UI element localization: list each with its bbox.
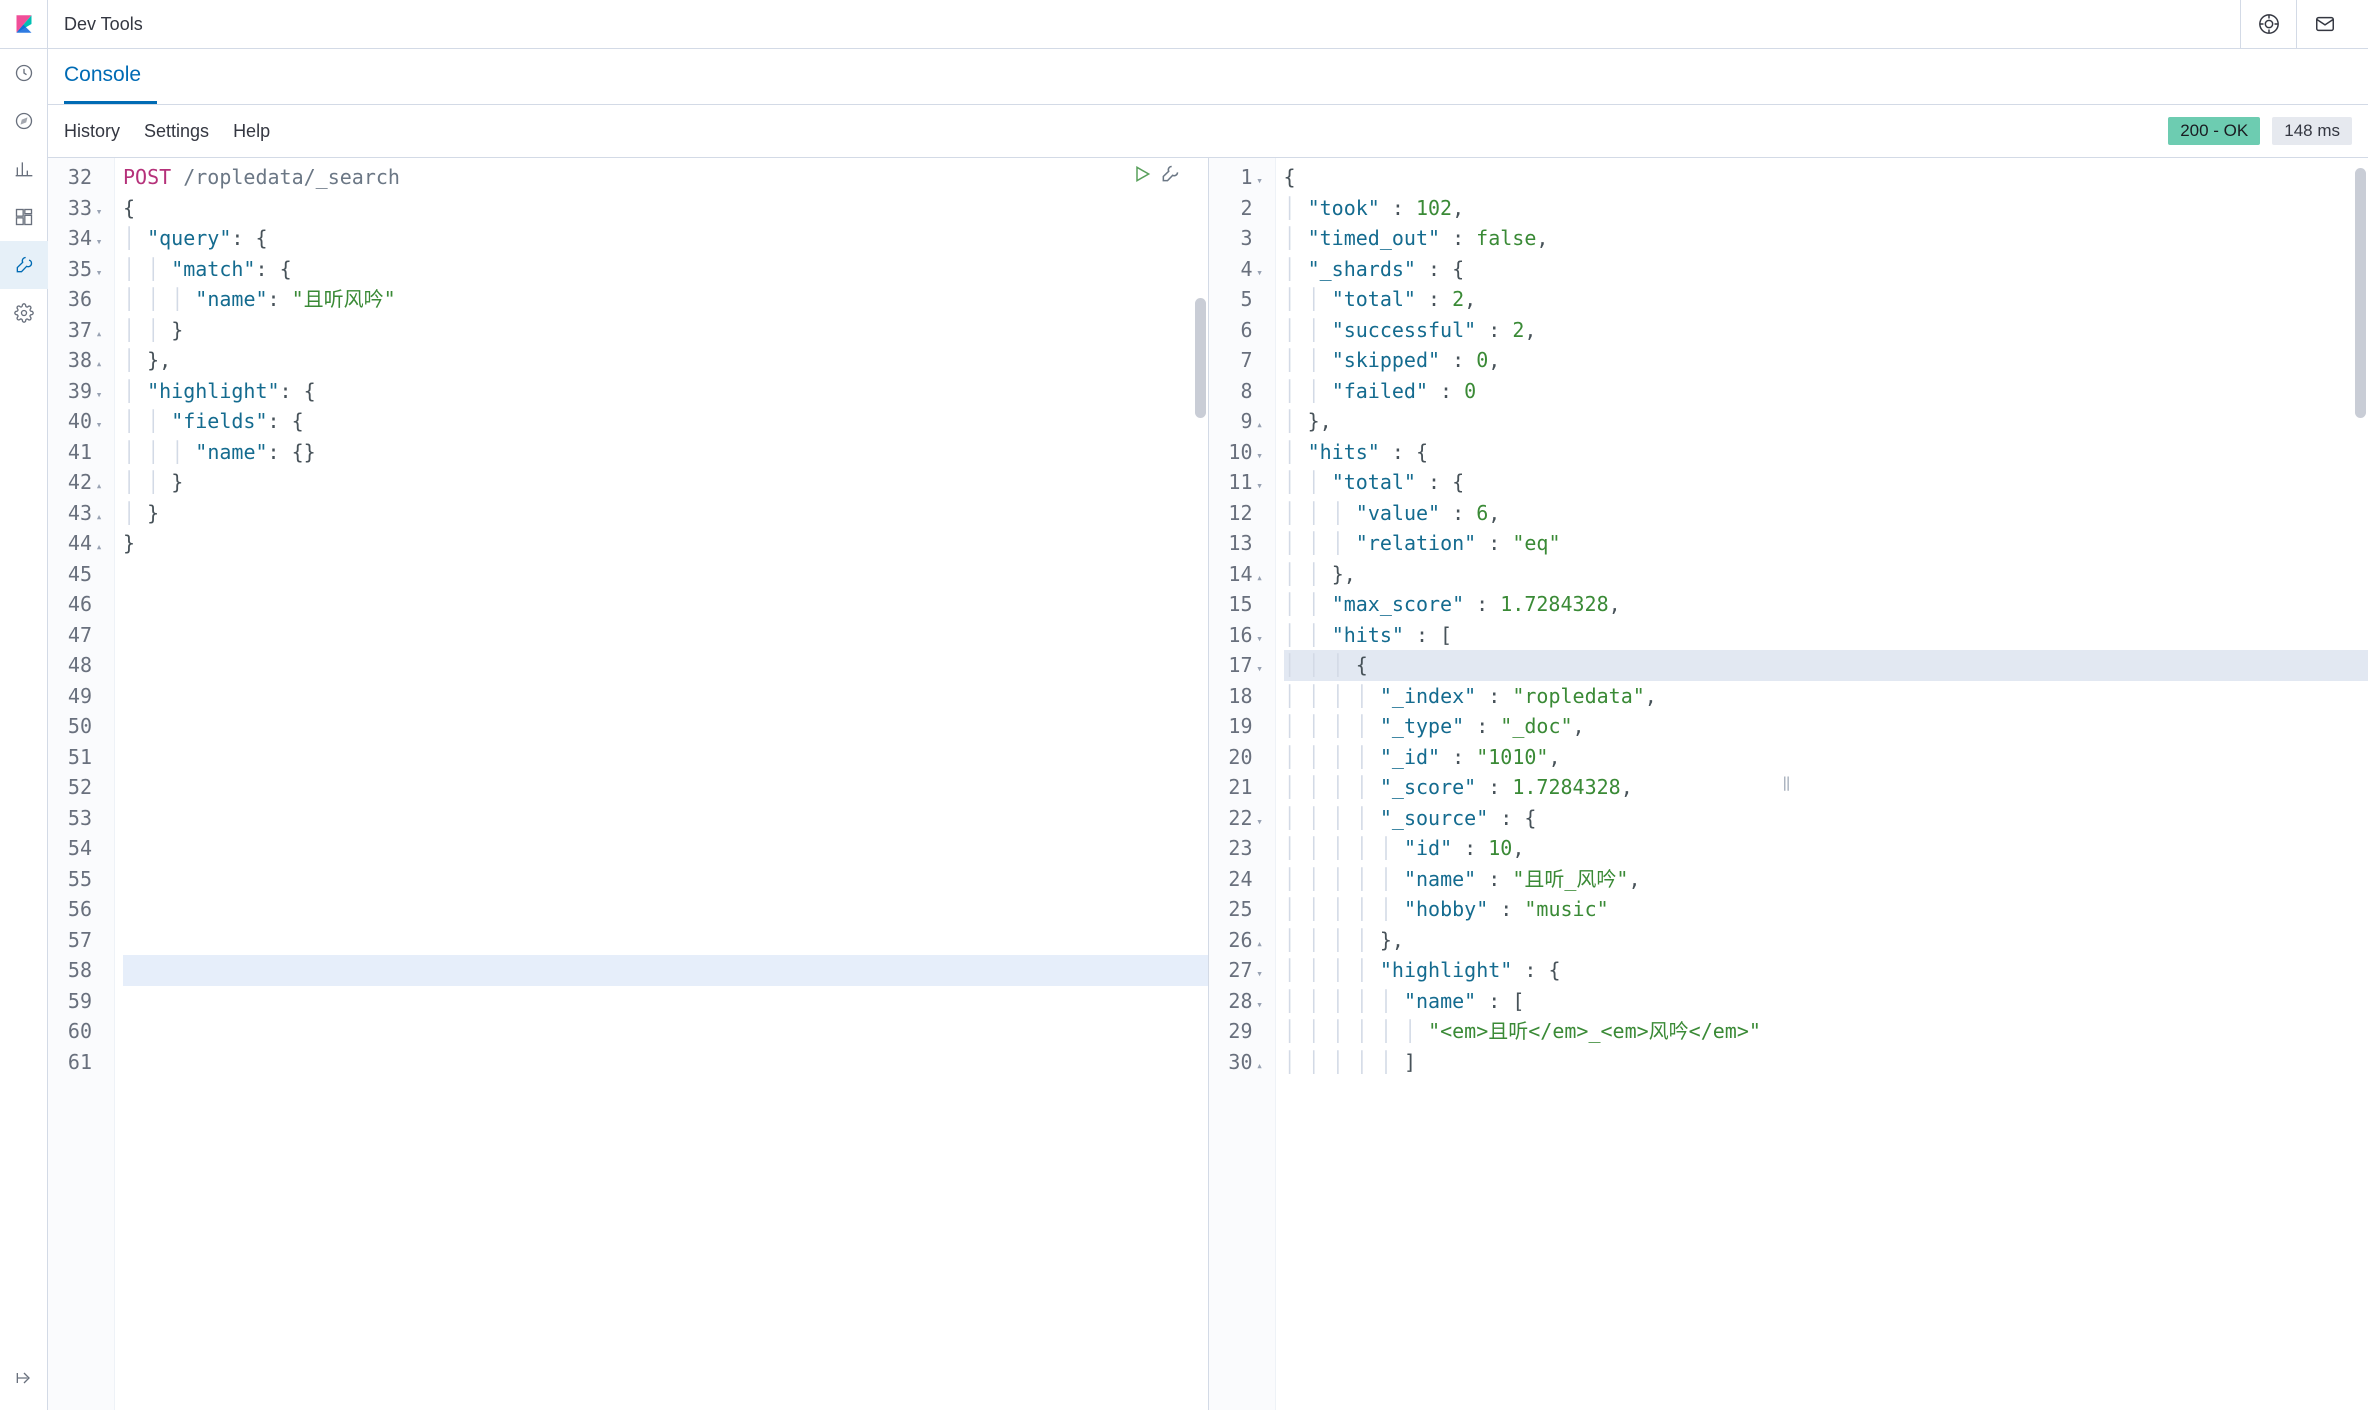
latency-badge: 148 ms [2272, 117, 2352, 145]
response-viewer: {│ "took" : 102,│ "timed_out" : false,│ … [1276, 158, 2368, 1410]
devtools-icon[interactable] [0, 241, 48, 289]
discover-icon[interactable] [0, 97, 48, 145]
scrollbar-thumb[interactable] [2355, 168, 2366, 418]
collapse-icon[interactable] [0, 1354, 48, 1402]
wrench-icon[interactable] [1160, 164, 1180, 184]
help-link[interactable]: Help [233, 121, 270, 142]
request-gutter: 3233▾34▾35▾3637▴38▴39▾40▾4142▴43▴44▴4546… [48, 158, 115, 1410]
console-toolbar: History Settings Help 200 - OK 148 ms [48, 105, 2368, 157]
settings-link[interactable]: Settings [144, 121, 209, 142]
help-circle-icon[interactable] [2240, 0, 2296, 48]
management-icon[interactable] [0, 289, 48, 337]
request-pane[interactable]: 3233▾34▾35▾3637▴38▴39▾40▾4142▴43▴44▴4546… [48, 158, 1209, 1410]
page-title: Dev Tools [64, 14, 143, 35]
request-actions [1132, 164, 1180, 184]
recent-icon[interactable] [0, 49, 48, 97]
visualize-icon[interactable] [0, 145, 48, 193]
request-editor[interactable]: POST /ropledata/_search{│ "query": {│ │ … [115, 158, 1208, 1410]
dashboard-icon[interactable] [0, 193, 48, 241]
response-pane[interactable]: ‖ 1▾234▾56789▴10▾11▾121314▴1516▾17▾18192… [1209, 158, 2368, 1410]
tab-bar: Console [48, 49, 2368, 105]
response-gutter: 1▾234▾56789▴10▾11▾121314▴1516▾17▾1819202… [1209, 158, 1276, 1410]
scrollbar-thumb[interactable] [1195, 298, 1206, 418]
topbar: Dev Tools [48, 0, 2368, 49]
tab-console[interactable]: Console [64, 49, 157, 104]
kibana-logo[interactable] [0, 0, 48, 49]
mail-icon[interactable] [2296, 0, 2352, 48]
editor-area: 3233▾34▾35▾3637▴38▴39▾40▾4142▴43▴44▴4546… [48, 157, 2368, 1410]
history-link[interactable]: History [64, 121, 120, 142]
sidebar [0, 0, 48, 1410]
play-icon[interactable] [1132, 164, 1152, 184]
status-badge: 200 - OK [2168, 117, 2260, 145]
